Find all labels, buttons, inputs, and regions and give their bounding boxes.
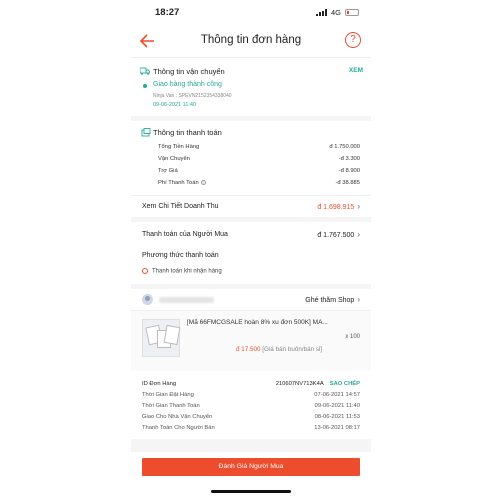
revenue-detail-label: Xem Chi Tiết Doanh Thu	[142, 203, 219, 210]
product-thumbnail	[142, 319, 181, 357]
payment-row: Phí Thanh Toán? -đ 38.885	[158, 177, 360, 189]
revenue-detail-row[interactable]: Xem Chi Tiết Doanh Thu đ 1.698.915 ›	[131, 195, 371, 217]
visit-shop-button[interactable]: Ghé thăm Shop ›	[305, 295, 360, 304]
order-section: Ghé thăm Shop › [Mã 66FMCGSALE hoàn 8% xu…	[131, 289, 371, 439]
buyer-payment-value: đ 1.767.500	[317, 231, 355, 239]
order-meta-value: 09-06-2021 11:40	[314, 403, 360, 409]
order-id-label: ID Đơn Hàng	[142, 381, 177, 387]
payment-row: Vận Chuyển -đ 3.300	[158, 153, 360, 165]
rate-buyer-button[interactable]: Đánh Giá Người Mua	[142, 458, 360, 476]
product-price-line: đ 17.500 [Giá bán buôn/bán sỉ]	[236, 346, 322, 353]
info-icon[interactable]: ?	[200, 179, 206, 185]
product-name: [Mã 66FMCGSALE hoàn 8% xu đơn 500K] MÃ..…	[187, 319, 328, 326]
network-label: 4G	[330, 8, 341, 17]
payment-method-value: Thanh toán khi nhận hàng	[152, 268, 222, 275]
truck-icon	[139, 67, 151, 77]
page-title: Thông tin đơn hàng	[200, 34, 302, 46]
thumbnail-card	[163, 324, 181, 346]
home-indicator[interactable]	[211, 490, 291, 493]
chevron-right-icon: ›	[357, 229, 360, 239]
payment-row: Tổng Tiền Hàng đ 1.750.000	[158, 141, 360, 153]
product-quantity: x 100	[345, 334, 360, 340]
payment-summary: Thông tin thanh toán Tổng Tiền Hàng đ 1.7…	[131, 121, 371, 195]
order-meta-label: Thời Gian Thanh Toán	[142, 403, 200, 409]
battery-icon	[345, 9, 359, 16]
payment-row-label: Trợ Giá	[158, 168, 178, 174]
order-meta-row: Thanh Toán Cho Người Bán 13-06-2021 08:17	[142, 423, 360, 434]
order-meta-label: Thời Gian Đặt Hàng	[142, 392, 194, 398]
payment-method-title: Phương thức thanh toán	[142, 252, 219, 259]
revenue-detail-value: đ 1.698.915	[317, 204, 355, 211]
payment-heading: Thông tin thanh toán	[153, 128, 222, 137]
shop-identity	[142, 294, 214, 305]
status-time: 18:27	[155, 7, 180, 18]
payment-row-value: -đ 3.300	[338, 156, 360, 162]
visit-shop-label: Ghé thăm Shop	[305, 297, 355, 304]
payment-row-label: Tổng Tiền Hàng	[158, 144, 200, 150]
payment-method-value-row: Thanh toán khi nhận hàng	[142, 268, 222, 275]
order-meta-row: Thời Gian Thanh Toán 09-06-2021 11:40	[142, 401, 360, 412]
copy-order-id-button[interactable]: SAO CHÉP	[330, 381, 360, 387]
cash-icon	[142, 268, 148, 274]
blurred-shop-name	[159, 296, 214, 303]
payment-row-label: Phí Thanh Toán	[158, 180, 199, 186]
buyer-payment-row[interactable]: Thanh toán của Người Mua đ 1.767.500 ›	[131, 222, 371, 246]
order-meta-label: Giao Cho Nhà Vận Chuyển	[142, 414, 213, 420]
order-meta-row: Thời Gian Đặt Hàng 07-06-2021 14:57	[142, 390, 360, 401]
tracking-code: Ninja Van : SPEVN2152354338040	[153, 93, 232, 99]
view-shipping-link[interactable]: XEM	[349, 67, 363, 74]
payment-row-value: -đ 38.885	[335, 180, 361, 186]
payment-row-value: -đ 8.900	[338, 168, 360, 174]
product-price-note: [Giá bán buôn/bán sỉ]	[262, 346, 323, 353]
order-meta-value: 08-06-2021 11:53	[314, 414, 360, 420]
product-price: đ 17.500	[236, 346, 261, 353]
buyer-payment-label: Thanh toán của Người Mua	[142, 230, 228, 238]
signal-icon	[315, 9, 327, 16]
shipping-heading: Thông tin vận chuyển	[153, 67, 225, 76]
shipping-section: Thông tin vận chuyển XEM Giao hàng thành…	[131, 58, 371, 116]
order-meta: ID Đơn Hàng 210607NV713K4A SAO CHÉP Thời …	[131, 371, 371, 439]
shipping-date: 09-06-2021 11:40	[153, 102, 197, 108]
order-meta-label: Thanh Toán Cho Người Bán	[142, 425, 215, 431]
payment-row-value: đ 1.750.000	[329, 144, 360, 150]
status-dot	[143, 84, 147, 88]
chevron-right-icon: ›	[357, 202, 360, 211]
shipping-status: Giao hàng thành công	[153, 81, 222, 88]
order-id-value: 210607NV713K4A	[275, 381, 324, 387]
payment-section: Thông tin thanh toán Tổng Tiền Hàng đ 1.7…	[131, 121, 371, 217]
order-meta-value: 07-06-2021 14:57	[314, 392, 360, 398]
buyer-payment-section: Thanh toán của Người Mua đ 1.767.500 › Ph…	[131, 222, 371, 284]
status-indicators: 4G	[315, 8, 359, 17]
payment-method: Phương thức thanh toán Thanh toán khi nh…	[131, 246, 371, 284]
order-id-row: ID Đơn Hàng 210607NV713K4A SAO CHÉP	[142, 379, 360, 390]
product-item[interactable]: [Mã 66FMCGSALE hoàn 8% xu đơn 500K] MÃ..…	[131, 311, 371, 371]
status-bar: 18:27 4G	[131, 0, 371, 26]
order-meta-row: Giao Cho Nhà Vận Chuyển 08-06-2021 11:53	[142, 412, 360, 423]
shop-avatar	[142, 294, 153, 305]
chevron-right-icon: ›	[357, 295, 360, 304]
order-meta-value: 13-06-2021 08:17	[314, 425, 360, 431]
payment-icon	[141, 128, 151, 139]
top-nav: Thông tin đơn hàng ?	[131, 26, 371, 58]
help-icon[interactable]: ?	[345, 32, 361, 48]
phone-screen: 18:27 4G Thông tin đơn hàng ? Thông tin …	[131, 0, 371, 500]
shop-row: Ghé thăm Shop ›	[131, 289, 371, 311]
payment-row: Trợ Giá -đ 8.900	[158, 165, 360, 177]
payment-rows: Tổng Tiền Hàng đ 1.750.000 Vận Chuyển -đ 3…	[158, 141, 360, 189]
payment-row-label: Vận Chuyển	[158, 156, 190, 162]
